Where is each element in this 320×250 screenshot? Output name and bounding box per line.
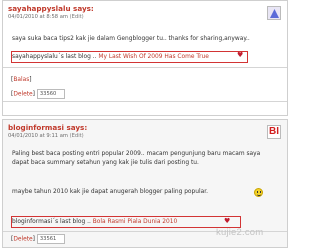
comment-body: Paling best baca posting entri popular 2…: [12, 151, 261, 167]
last-blog-link[interactable]: My Last Wish Of 2009 Has Come True: [98, 54, 208, 60]
comment-meta: 04/01/2010 at 9:11 am (Edit): [8, 133, 84, 139]
heart-icon: ♥: [224, 217, 231, 225]
last-blog-link[interactable]: Bola Rasmi Piala Dunia 2010: [93, 219, 178, 225]
last-blog-line: bloginformasi´s last blog .. Bola Rasmi …: [12, 219, 177, 225]
avatar: BI: [267, 125, 281, 139]
heart-icon: ♥: [237, 51, 244, 59]
avatar: [267, 6, 281, 20]
delete-button[interactable]: Delete: [13, 92, 32, 98]
smiley-icon: [254, 188, 263, 197]
comment-id-field[interactable]: 33560: [36, 89, 65, 99]
delete-row: [Delete] 33560: [11, 89, 65, 99]
comment-body: saya suka baca tips2 kak jie dalam Gengb…: [12, 36, 250, 42]
delete-button[interactable]: Delete: [13, 237, 32, 243]
reply-row: [Balas]: [11, 77, 32, 83]
comment-body-secondary: maybe tahun 2010 kak jie dapat anugerah …: [12, 188, 277, 197]
edit-link[interactable]: (Edit): [70, 14, 84, 20]
last-blog-prefix: bloginformasi´s last blog ..: [12, 219, 93, 225]
reply-button[interactable]: Balas: [13, 77, 29, 83]
last-blog-prefix: sayahappyslalu´s last blog ..: [12, 54, 99, 60]
comment-body-line: maybe tahun 2010 kak jie dapat anugerah …: [12, 189, 209, 195]
edit-link[interactable]: (Edit): [70, 133, 84, 139]
comment-timestamp[interactable]: 04/01/2010 at 9:11 am: [8, 133, 68, 139]
geometric-avatar-icon: [270, 9, 279, 18]
last-blog-line: sayahappyslalu´s last blog .. My Last Wi…: [12, 54, 209, 60]
watermark-text: kujie2.com: [216, 227, 264, 238]
comment-item: sayahappyslalu says: 04/01/2010 at 8:58 …: [2, 0, 288, 116]
comment-meta: 04/01/2010 at 8:58 am (Edit): [8, 14, 84, 20]
comment-id-field[interactable]: 33561: [36, 234, 65, 244]
delete-row: [Delete] 33561: [11, 234, 65, 244]
divider: [3, 101, 287, 102]
comment-timestamp[interactable]: 04/01/2010 at 8:58 am: [8, 14, 68, 20]
divider: [3, 67, 287, 68]
comment-author[interactable]: sayahappyslalu says:: [8, 4, 94, 13]
comment-author[interactable]: bloginformasi says:: [8, 123, 87, 132]
bi-logo-avatar-icon: BI: [269, 126, 279, 137]
